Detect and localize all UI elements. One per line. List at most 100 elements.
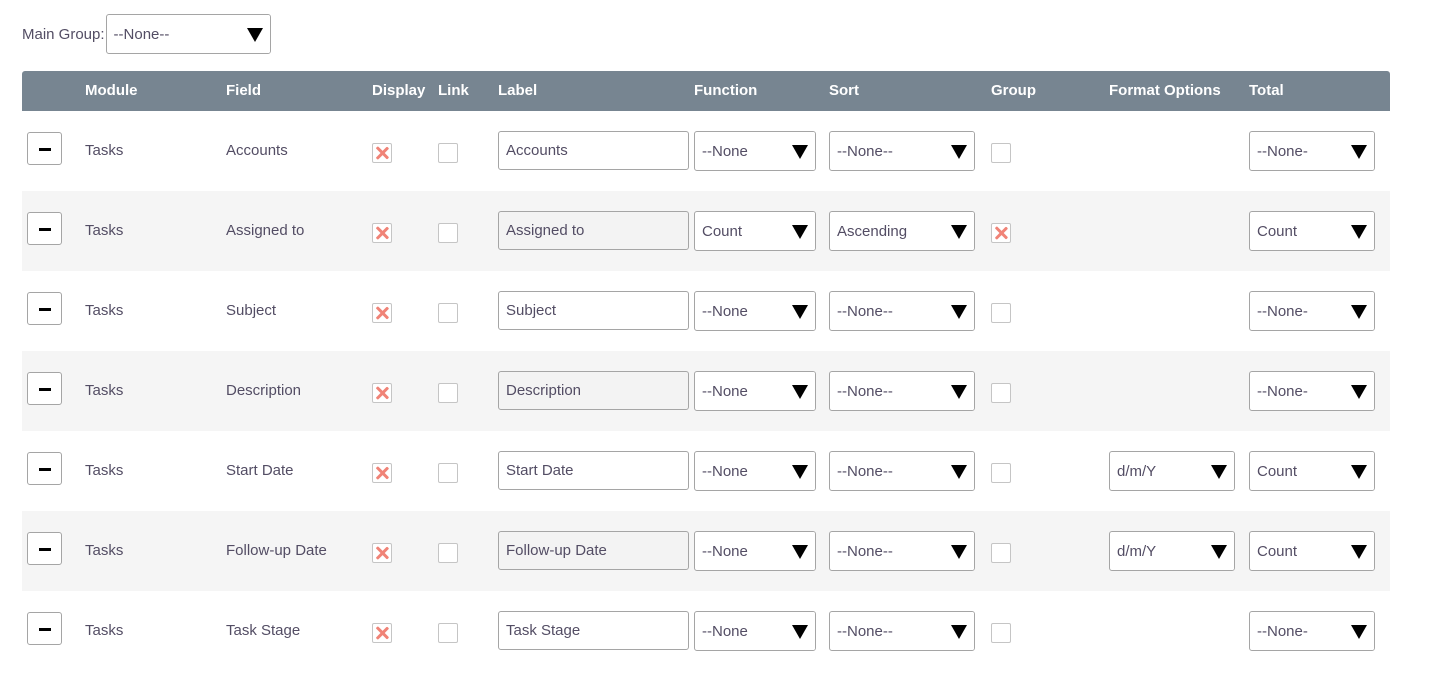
group-checkbox[interactable]: [991, 383, 1011, 403]
field-cell: Assigned to: [226, 222, 305, 239]
link-checkbox[interactable]: [438, 223, 458, 243]
total-select[interactable]: Count: [1249, 531, 1375, 571]
display-checkbox[interactable]: [372, 543, 392, 563]
label-input[interactable]: [498, 611, 689, 650]
header-field: Field: [226, 82, 262, 99]
sort-select[interactable]: Ascending: [829, 211, 975, 251]
field-cell: Start Date: [226, 462, 294, 479]
module-cell: Tasks: [85, 382, 124, 399]
dropdown-arrow-icon: [246, 28, 263, 42]
module-cell: Tasks: [85, 622, 124, 639]
function-select[interactable]: --None: [694, 131, 816, 171]
main-group-control: Main Group: --None--: [22, 14, 271, 54]
remove-field-button[interactable]: [27, 292, 62, 325]
label-input[interactable]: [498, 451, 689, 490]
remove-field-button[interactable]: [27, 372, 62, 405]
dropdown-arrow-icon: [951, 545, 967, 559]
group-checkbox[interactable]: [991, 543, 1011, 563]
total-select-value: Count: [1257, 462, 1298, 480]
label-input[interactable]: [498, 211, 689, 250]
sort-select[interactable]: --None--: [829, 451, 975, 491]
dropdown-arrow-icon: [792, 465, 808, 479]
minus-icon: [39, 148, 51, 151]
display-checkbox[interactable]: [372, 143, 392, 163]
link-checkbox[interactable]: [438, 543, 458, 563]
display-checkbox[interactable]: [372, 223, 392, 243]
function-select-value: --None: [702, 542, 748, 560]
sort-select[interactable]: --None--: [829, 291, 975, 331]
function-select[interactable]: --None: [694, 531, 816, 571]
total-select[interactable]: --None-: [1249, 131, 1375, 171]
group-checkbox[interactable]: [991, 223, 1011, 243]
total-select[interactable]: Count: [1249, 211, 1375, 251]
total-select-value: --None-: [1257, 382, 1308, 400]
sort-select[interactable]: --None--: [829, 531, 975, 571]
dropdown-arrow-icon: [951, 465, 967, 479]
dropdown-arrow-icon: [1351, 305, 1367, 319]
function-select[interactable]: --None: [694, 451, 816, 491]
function-select-value: --None: [702, 462, 748, 480]
display-checkbox[interactable]: [372, 383, 392, 403]
minus-icon: [39, 228, 51, 231]
main-group-select[interactable]: --None--: [105, 14, 271, 54]
link-checkbox[interactable]: [438, 623, 458, 643]
remove-field-button[interactable]: [27, 132, 62, 165]
format-options-select[interactable]: d/m/Y: [1109, 531, 1235, 571]
minus-icon: [39, 388, 51, 391]
display-checkbox[interactable]: [372, 623, 392, 643]
header-sort: Sort: [829, 82, 859, 99]
function-select-value: --None: [702, 382, 748, 400]
remove-field-button[interactable]: [27, 532, 62, 565]
dropdown-arrow-icon: [1351, 145, 1367, 159]
group-checkbox[interactable]: [991, 623, 1011, 643]
format-options-select-value: d/m/Y: [1117, 542, 1157, 560]
link-checkbox[interactable]: [438, 143, 458, 163]
label-input[interactable]: [498, 371, 689, 410]
dropdown-arrow-icon: [951, 305, 967, 319]
total-select[interactable]: Count: [1249, 451, 1375, 491]
label-input[interactable]: [498, 131, 689, 170]
link-checkbox[interactable]: [438, 303, 458, 323]
total-select-value: --None-: [1257, 142, 1308, 160]
total-select[interactable]: --None-: [1249, 371, 1375, 411]
format-options-select-value: d/m/Y: [1117, 462, 1157, 480]
table-row: Tasks Assigned to Count Ascending Count: [22, 191, 1390, 271]
link-checkbox[interactable]: [438, 383, 458, 403]
group-checkbox[interactable]: [991, 463, 1011, 483]
function-select[interactable]: Count: [694, 211, 816, 251]
group-checkbox[interactable]: [991, 303, 1011, 323]
field-cell: Subject: [226, 302, 277, 319]
module-cell: Tasks: [85, 302, 124, 319]
sort-select[interactable]: --None--: [829, 611, 975, 651]
sort-select[interactable]: --None--: [829, 371, 975, 411]
main-group-select-value: --None--: [113, 25, 170, 43]
function-select[interactable]: --None: [694, 291, 816, 331]
link-checkbox[interactable]: [438, 463, 458, 483]
remove-field-button[interactable]: [27, 212, 62, 245]
function-select[interactable]: --None: [694, 611, 816, 651]
sort-select-value: --None--: [837, 622, 893, 640]
remove-field-button[interactable]: [27, 612, 62, 645]
dropdown-arrow-icon: [1211, 465, 1227, 479]
group-checkbox[interactable]: [991, 143, 1011, 163]
function-select-value: --None: [702, 142, 748, 160]
total-select[interactable]: --None-: [1249, 611, 1375, 651]
function-select-value: --None: [702, 622, 748, 640]
total-select[interactable]: --None-: [1249, 291, 1375, 331]
table-row: Tasks Task Stage --None --None-- --None-: [22, 591, 1390, 671]
label-input[interactable]: [498, 291, 689, 330]
label-input[interactable]: [498, 531, 689, 570]
total-select-value: Count: [1257, 222, 1298, 240]
function-select[interactable]: --None: [694, 371, 816, 411]
sort-select[interactable]: --None--: [829, 131, 975, 171]
main-group-label: Main Group:: [22, 25, 105, 43]
dropdown-arrow-icon: [951, 625, 967, 639]
display-checkbox[interactable]: [372, 463, 392, 483]
dropdown-arrow-icon: [792, 625, 808, 639]
dropdown-arrow-icon: [1351, 545, 1367, 559]
sort-select-value: --None--: [837, 142, 893, 160]
format-options-select[interactable]: d/m/Y: [1109, 451, 1235, 491]
display-checkbox[interactable]: [372, 303, 392, 323]
header-display: Display: [372, 82, 426, 99]
remove-field-button[interactable]: [27, 452, 62, 485]
